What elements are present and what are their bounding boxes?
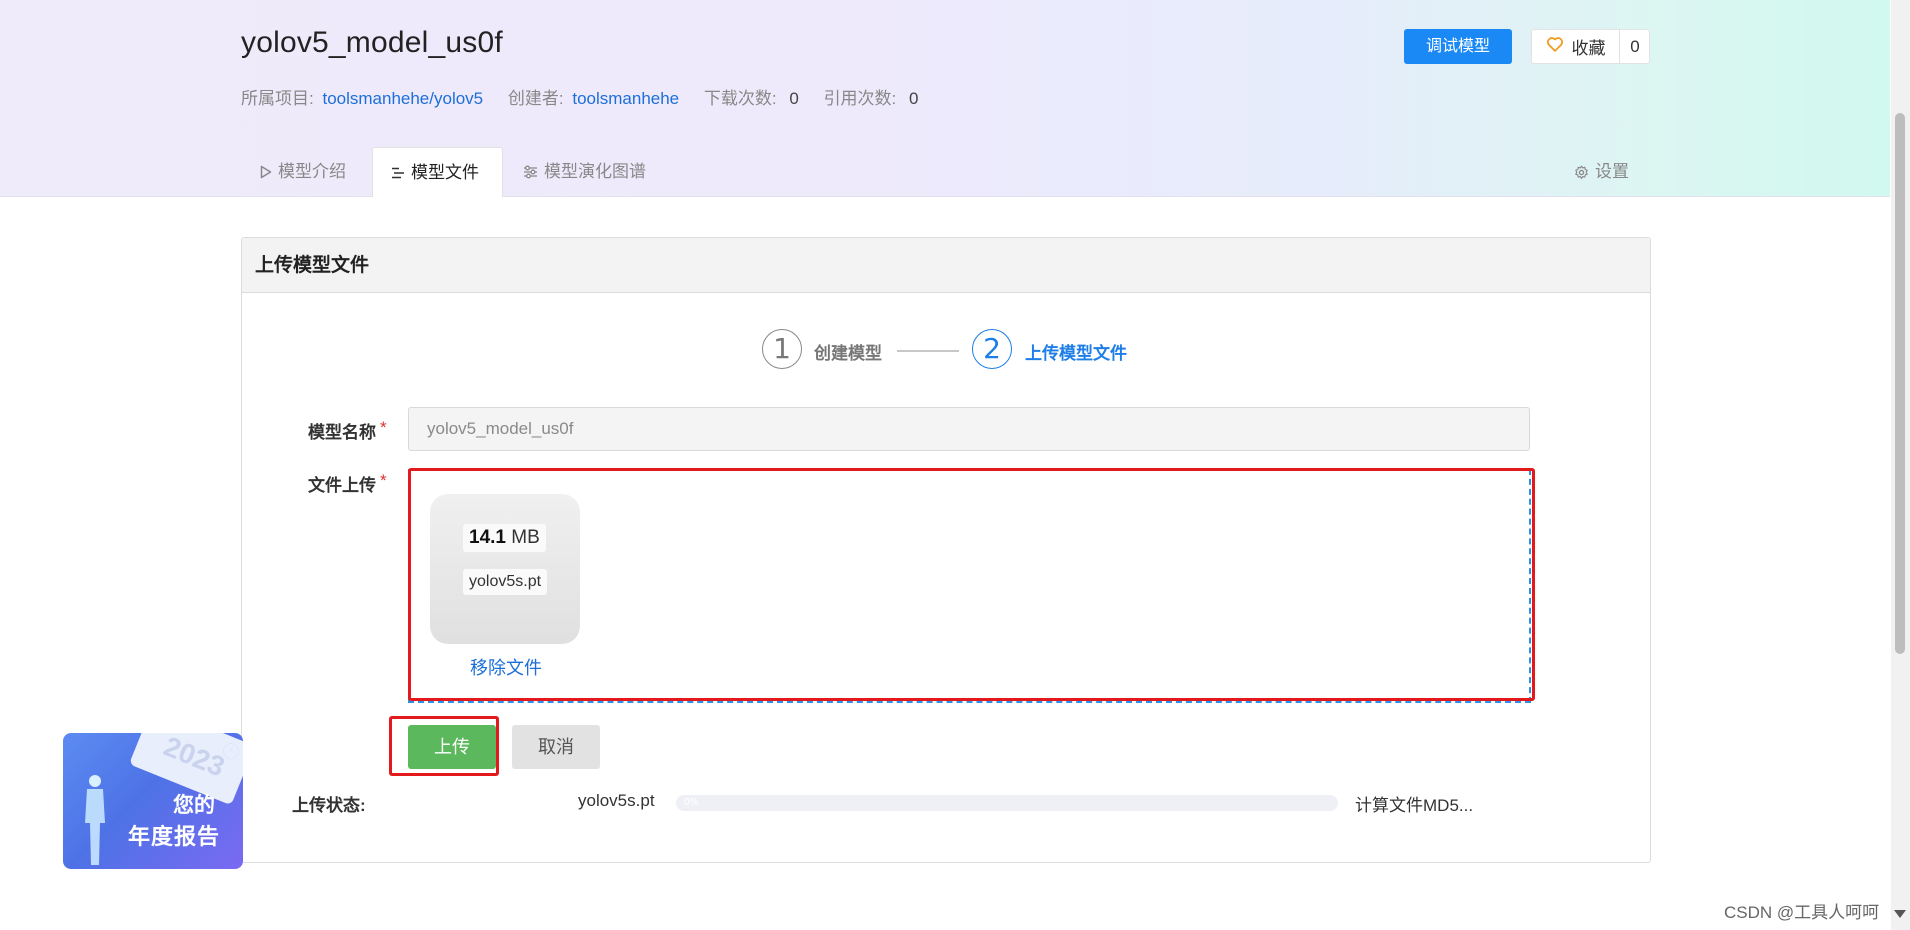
tab-model-evolution[interactable]: 模型演化图谱 (523, 147, 646, 197)
model-name-label: 模型名称 * (308, 418, 387, 443)
step-1-label: 创建模型 (814, 344, 882, 363)
play-triangle-icon (260, 165, 272, 179)
cancel-button[interactable]: 取消 (512, 725, 600, 769)
promo-line2: 年度报告 (128, 824, 221, 849)
person-silhouette-icon (85, 775, 105, 865)
creator-label: 创建者: (507, 89, 564, 108)
promo-line1: 您的 (173, 794, 215, 817)
watermark: CSDN @工具人呵呵 (1724, 903, 1880, 922)
required-mark: * (380, 471, 387, 490)
project-label: 所属项目: (241, 89, 314, 108)
file-size: 14.1 MB (463, 524, 546, 552)
upload-progress-bar: 0% (676, 795, 1338, 811)
downloads-count: 0 (789, 89, 799, 108)
model-name-input[interactable]: yolov5_model_us0f (408, 407, 1530, 451)
file-lines-icon (391, 166, 405, 180)
downloads-label: 下载次数: (703, 89, 777, 108)
citations-count: 0 (909, 89, 919, 108)
settings-link[interactable]: 设置 (1574, 147, 1629, 197)
file-upload-label: 文件上传 * (308, 471, 387, 496)
card-title: 上传模型文件 (242, 238, 1650, 293)
favorite-main[interactable]: 收藏 (1532, 30, 1620, 63)
tab-model-files[interactable]: 模型文件 (372, 147, 503, 197)
annual-report-promo[interactable]: 2023 您的 年度报告 × (63, 733, 243, 869)
file-upload-label-text: 文件上传 (308, 476, 376, 495)
upload-status-file: yolov5s.pt (578, 791, 655, 810)
creator-link[interactable]: toolsmanhehe (572, 89, 679, 108)
file-size-number: 14.1 (469, 527, 506, 548)
model-name-label-text: 模型名称 (308, 423, 376, 442)
debug-model-button[interactable]: 调试模型 (1404, 29, 1512, 64)
favorite-label: 收藏 (1571, 39, 1606, 58)
tab-model-intro[interactable]: 模型介绍 (260, 147, 346, 197)
tab-label: 模型文件 (411, 162, 479, 182)
step-2-circle: 2 (972, 329, 1012, 369)
file-name: yolov5s.pt (463, 569, 548, 595)
project-link[interactable]: toolsmanhehe/yolov5 (322, 89, 483, 108)
model-header: yolov5_model_us0f 所属项目: toolsmanhehe/yol… (0, 0, 1890, 197)
scrollbar-thumb[interactable] (1895, 113, 1905, 654)
page: yolov5_model_us0f 所属项目: toolsmanhehe/yol… (0, 0, 1910, 930)
upload-button[interactable]: 上传 (408, 725, 496, 769)
promo-close-icon[interactable]: × (223, 743, 239, 759)
required-mark: * (380, 418, 387, 437)
upload-status-message: 计算文件MD5... (1355, 796, 1474, 815)
remove-file-link[interactable]: 移除文件 (470, 654, 542, 680)
tab-label: 模型介绍 (278, 162, 346, 181)
upload-progress-text: 0% (684, 797, 699, 808)
file-preview-card: 14.1 MB yolov5s.pt (430, 494, 580, 644)
settings-label: 设置 (1595, 162, 1629, 181)
sliders-icon (523, 165, 538, 179)
gear-icon (1574, 165, 1589, 180)
heart-icon (1546, 36, 1564, 57)
model-meta: 所属项目: toolsmanhehe/yolov5 创建者: toolsmanh… (241, 84, 939, 109)
step-connector (897, 350, 959, 352)
favorite-count: 0 (1630, 37, 1640, 56)
upload-status-label: 上传状态: (292, 796, 366, 815)
step-2-label: 上传模型文件 (1025, 344, 1127, 363)
model-title: yolov5_model_us0f (241, 26, 503, 59)
favorite-button[interactable]: 收藏 0 (1531, 29, 1650, 64)
file-size-unit: MB (511, 527, 540, 548)
tab-label: 模型演化图谱 (544, 162, 646, 181)
scroll-down-arrow-icon[interactable] (1894, 910, 1906, 918)
step-1-circle: 1 (762, 329, 802, 369)
citations-label: 引用次数: (823, 89, 897, 108)
